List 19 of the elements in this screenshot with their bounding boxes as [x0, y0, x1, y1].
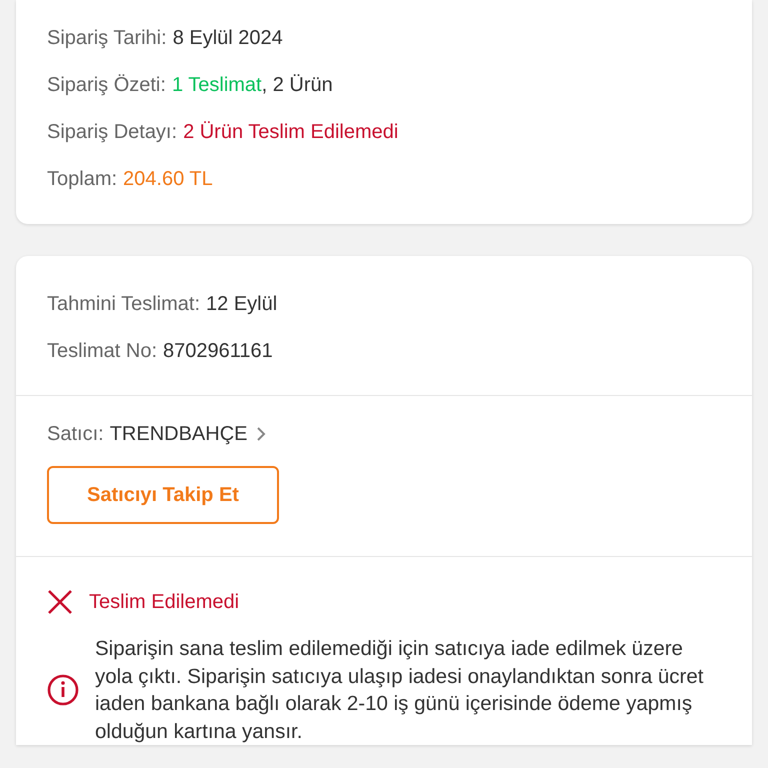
- field-value: 2 Ürün Teslim Edilemedi: [183, 120, 398, 142]
- field-value: 8702961161: [163, 340, 273, 362]
- field-label: Sipariş Özeti:: [47, 74, 166, 96]
- seller-label: Satıcı:: [47, 422, 104, 447]
- status-message: Siparişin sana teslim edilemediği için satıcıya iade edilmek üzere yola çıktı. Siparişin satıcıya ulaşıp iadesi onaylandıktan sonra ücret iaden bankana bağlı olarak 2-10 iş günü içerisinde ödeme yapmış olduğun kartına yansır.: [95, 636, 704, 744]
- field-value: 1 Teslimat, 2 Ürün: [172, 74, 333, 96]
- field-label: Toplam:: [47, 168, 118, 190]
- field-label: Teslimat No:: [47, 340, 158, 362]
- seller-link[interactable]: TRENDBAHÇE: [110, 420, 248, 448]
- status-title: Teslim Edilemedi: [89, 590, 240, 614]
- field-label: Tahmini Teslimat:: [47, 292, 200, 314]
- info-icon: [47, 674, 79, 706]
- cross-icon: [47, 589, 73, 615]
- field-value: 12 Eylül: [206, 292, 278, 314]
- field-value: 204.60 TL: [123, 168, 213, 190]
- field-value: 8 Eylül 2024: [172, 26, 283, 48]
- chevron-right-icon[interactable]: [256, 426, 266, 442]
- field-label: Sipariş Tarihi:: [47, 26, 167, 48]
- field-label: Sipariş Detayı:: [47, 120, 178, 142]
